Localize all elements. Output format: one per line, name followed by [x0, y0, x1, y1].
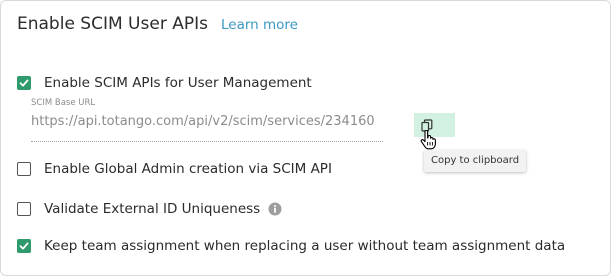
section-title: Enable SCIM User APIs: [17, 14, 208, 34]
checkmark-icon: [19, 242, 29, 250]
option-label: Enable SCIM APIs for User Management: [44, 75, 312, 91]
option-label: Keep team assignment when replacing a us…: [44, 238, 566, 254]
option-keep-team-assignment[interactable]: Keep team assignment when replacing a us…: [17, 237, 565, 255]
scim-settings-panel: Enable SCIM User APIs Learn more Enable …: [0, 0, 611, 276]
info-icon[interactable]: [268, 202, 282, 216]
option-enable-scim-apis[interactable]: Enable SCIM APIs for User Management: [17, 74, 312, 92]
checkbox-keep-team-assignment[interactable]: [17, 239, 31, 253]
option-validate-external-id[interactable]: Validate External ID Uniqueness: [17, 200, 282, 218]
option-label: Validate External ID Uniqueness: [44, 201, 261, 217]
checkbox-global-admin-creation[interactable]: [17, 162, 31, 176]
copy-tooltip: Copy to clipboard: [424, 150, 527, 172]
scim-url-caption: SCIM Base URL: [31, 98, 96, 108]
learn-more-link[interactable]: Learn more: [221, 17, 298, 33]
hand-pointer-icon: [420, 130, 436, 150]
scim-url-field: https://api.totango.com/api/v2/scim/serv…: [31, 113, 383, 142]
option-global-admin-creation[interactable]: Enable Global Admin creation via SCIM AP…: [17, 160, 332, 178]
checkbox-enable-scim-apis[interactable]: [17, 76, 31, 90]
checkmark-icon: [19, 79, 29, 87]
option-label: Enable Global Admin creation via SCIM AP…: [44, 161, 332, 177]
checkbox-validate-external-id[interactable]: [17, 202, 31, 216]
